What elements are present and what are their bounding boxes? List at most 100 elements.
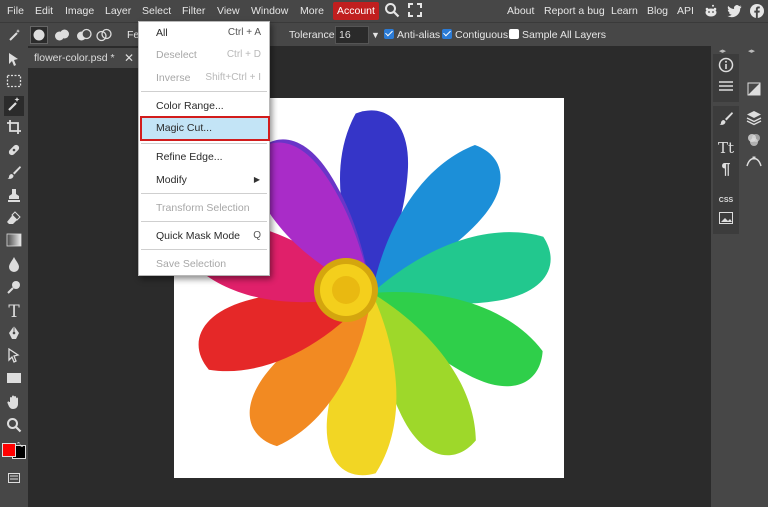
magic-wand-icon[interactable] [4, 96, 24, 116]
menu-view[interactable]: View [215, 0, 242, 22]
menu-separator [141, 193, 267, 194]
menu-window[interactable]: Window [249, 0, 290, 22]
menu-separator [141, 249, 267, 250]
adjustments-icon[interactable] [714, 79, 738, 99]
menu-file[interactable]: File [5, 0, 26, 22]
sample-all-label: Sample All Layers [522, 29, 607, 41]
paragraph-icon[interactable]: ¶ [714, 160, 738, 180]
menu-layer[interactable]: Layer [103, 0, 133, 22]
image-panel-icon[interactable] [714, 210, 738, 230]
menu-item-shortcut: Shift+Ctrl + I [205, 72, 261, 83]
antialias-check-icon [384, 29, 394, 39]
menu-item-shortcut: Ctrl + A [227, 27, 261, 38]
link-report-bug[interactable]: Report a bug [542, 0, 607, 22]
menu-item-label: Save Selection [156, 258, 227, 270]
tolerance-dropdown-icon[interactable]: ▼ [371, 23, 380, 47]
document-tab[interactable]: flower-color.psd * ✕ [28, 48, 138, 68]
tolerance-label: Tolerance: [289, 29, 338, 41]
account-button[interactable]: Account [333, 2, 379, 20]
menu-item-inverse[interactable]: Inverse Shift+Ctrl + I [139, 68, 269, 88]
hand-tool-icon[interactable] [4, 394, 24, 414]
brush-settings-icon[interactable] [714, 110, 738, 130]
tolerance-input[interactable]: 16 [335, 26, 369, 44]
link-learn[interactable]: Learn [609, 0, 640, 22]
link-about[interactable]: About [505, 0, 536, 22]
sample-all-layers-checkbox[interactable]: Sample All Layers [509, 23, 606, 47]
menu-select[interactable]: Select [140, 0, 173, 22]
antialias-label: Anti-alias [397, 29, 441, 41]
zoom-tool-icon[interactable] [4, 417, 24, 437]
layers-icon[interactable] [742, 110, 766, 130]
menu-item-shortcut: Q [253, 230, 261, 241]
menubar: File Edit Image Layer Select Filter View… [0, 0, 768, 22]
contiguous-checkbox[interactable]: Contiguous [442, 23, 508, 47]
left-toolbar: T ⤡ [0, 46, 28, 507]
right-panel-column-2: ◂▸ [740, 46, 768, 507]
menu-separator [141, 143, 267, 144]
quick-mask-icon[interactable] [4, 469, 24, 483]
right-panel-column-1: ◂▸ Tt ¶ CSS [711, 46, 739, 507]
antialias-checkbox[interactable]: Anti-alias [384, 23, 440, 47]
menu-item-transform-selection[interactable]: Transform Selection [139, 198, 269, 218]
menu-item-label: Inverse [156, 72, 191, 84]
menu-image[interactable]: Image [63, 0, 96, 22]
marquee-tool-icon[interactable] [4, 74, 24, 94]
gradient-tool-icon[interactable] [4, 233, 24, 253]
menu-item-refine-edge[interactable]: Refine Edge... [139, 147, 269, 167]
document-tab-title: flower-color.psd * [34, 52, 115, 64]
menu-edit[interactable]: Edit [33, 0, 55, 22]
menu-filter[interactable]: Filter [180, 0, 207, 22]
contiguous-check-icon [442, 29, 452, 39]
menu-item-shortcut: Ctrl + D [226, 49, 261, 60]
channels-icon[interactable] [742, 132, 766, 152]
menu-item-color-range[interactable]: Color Range... [139, 96, 269, 116]
menu-item-label: Transform Selection [156, 202, 250, 214]
healing-brush-icon[interactable] [4, 142, 24, 162]
brush-tool-icon[interactable] [4, 164, 24, 184]
crop-tool-icon[interactable] [4, 119, 24, 139]
info-icon[interactable] [714, 57, 738, 77]
magic-wand-tool-icon[interactable] [8, 23, 22, 47]
workspace [28, 68, 711, 507]
swatches-icon[interactable] [742, 82, 766, 102]
close-tab-icon[interactable]: ✕ [124, 48, 134, 68]
shape-tool-icon[interactable] [4, 371, 24, 391]
menu-item-save-selection[interactable]: Save Selection [139, 254, 269, 274]
contiguous-label: Contiguous [455, 29, 509, 41]
search-icon[interactable] [382, 2, 402, 24]
dodge-tool-icon[interactable] [4, 279, 24, 299]
menu-item-deselect[interactable]: Deselect Ctrl + D [139, 45, 269, 65]
move-tool-icon[interactable] [4, 52, 24, 72]
sample-all-check-icon [509, 29, 519, 39]
menu-item-label: Magic Cut... [156, 122, 213, 134]
submenu-arrow-icon: ▶ [253, 175, 260, 184]
collapse-arrows-icon-2[interactable]: ◂▸ [748, 47, 755, 55]
path-select-tool-icon[interactable] [4, 347, 24, 368]
link-api[interactable]: API [675, 0, 696, 22]
tool-options-bar: Fe Tolerance: 16 ▼ Anti-alias Contiguous… [0, 22, 768, 46]
type-tool-icon[interactable]: T [4, 302, 24, 322]
stamp-tool-icon[interactable] [4, 187, 24, 207]
menu-item-label: Quick Mask Mode [156, 230, 241, 242]
pen-tool-icon[interactable] [4, 325, 24, 345]
menu-item-magic-cut[interactable]: Magic Cut... [140, 116, 270, 141]
menu-item-label: All [156, 27, 168, 39]
menu-item-all[interactable]: All Ctrl + A [139, 23, 269, 43]
selection-mode-new-icon[interactable] [30, 26, 48, 44]
blur-tool-icon[interactable] [4, 256, 24, 276]
character-icon[interactable]: Tt [714, 138, 738, 158]
menu-separator [141, 221, 267, 222]
menu-item-modify[interactable]: Modify ▶ [139, 170, 269, 190]
link-blog[interactable]: Blog [645, 0, 670, 22]
paths-icon[interactable] [742, 154, 766, 174]
eraser-tool-icon[interactable] [4, 210, 24, 230]
menu-item-quick-mask[interactable]: Quick Mask Mode Q [139, 226, 269, 246]
swap-colors-icon[interactable]: ⤡ [16, 442, 24, 450]
menu-item-label: Color Range... [156, 100, 224, 112]
document-tab-bar: flower-color.psd * ✕ [28, 46, 711, 68]
menu-item-label: Refine Edge... [156, 151, 223, 163]
foreground-color-swatch[interactable] [2, 443, 16, 457]
menu-item-label: Deselect [156, 49, 197, 61]
css-panel-button[interactable]: CSS [714, 191, 738, 211]
menu-more[interactable]: More [298, 0, 326, 22]
